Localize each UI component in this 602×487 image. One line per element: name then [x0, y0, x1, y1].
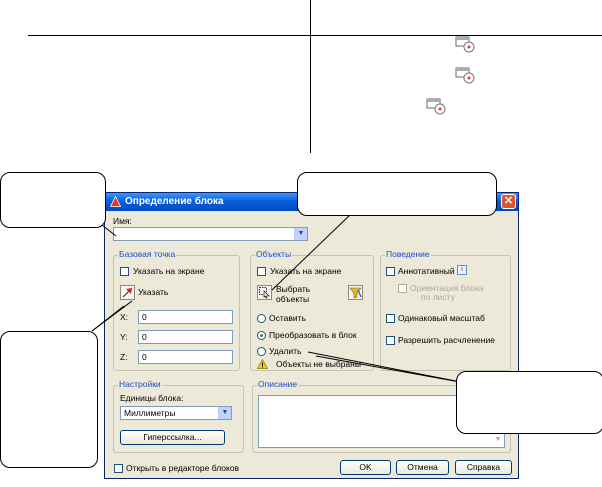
y-label: Y: — [120, 332, 128, 342]
name-combobox[interactable]: ▼ — [113, 227, 308, 241]
block-app-icon — [110, 196, 121, 207]
callout-objects — [297, 172, 497, 216]
objects-title: Объекты — [255, 249, 293, 259]
open-in-editor-label: Открыть в редакторе блоков — [126, 463, 240, 473]
y-value: 0 — [142, 332, 147, 342]
y-field[interactable]: 0 — [138, 330, 233, 344]
convert-to-block-radio[interactable] — [257, 331, 266, 340]
annotative-label: Аннотативный — [398, 266, 455, 276]
block-definition-dialog: Определение блока ✕ Имя: ▼ Базовая точка… — [104, 192, 519, 479]
objects-status: Объекты не выбраны — [276, 359, 361, 369]
z-field[interactable]: 0 — [138, 350, 233, 364]
radio-selected-dot — [260, 334, 263, 337]
objects-group: Объекты Указать на экране Выбрать объект… — [250, 249, 374, 371]
delete-radio[interactable] — [257, 347, 266, 356]
x-field[interactable]: 0 — [138, 310, 233, 324]
help-button[interactable]: Справка — [455, 460, 512, 475]
objects-specify-on-screen-label: Указать на экране — [270, 266, 342, 276]
delete-label: Удалить — [269, 346, 302, 356]
ok-button[interactable]: OK — [340, 460, 391, 475]
block-definition-icon — [455, 36, 475, 53]
callout-name — [0, 172, 106, 228]
behavior-title: Поведение — [385, 249, 431, 259]
select-objects-icon — [259, 287, 270, 299]
quick-select-button[interactable] — [348, 285, 363, 300]
select-objects-button[interactable] — [257, 285, 272, 300]
orient-to-layout-checkbox[interactable] — [398, 284, 407, 293]
allow-explode-checkbox[interactable] — [386, 336, 395, 345]
cancel-button[interactable]: Отмена — [396, 460, 449, 475]
quick-select-filter-icon — [349, 287, 362, 299]
name-label: Имя: — [113, 216, 132, 226]
select-objects-label-1: Выбрать — [276, 284, 311, 294]
close-button[interactable]: ✕ — [501, 194, 516, 209]
behavior-group: Поведение Аннотативный i Ориентация блок… — [380, 249, 511, 371]
open-in-editor-checkbox[interactable] — [114, 464, 123, 473]
pick-point-button[interactable] — [120, 285, 135, 300]
info-icon[interactable]: i — [457, 265, 467, 275]
retain-radio[interactable] — [257, 314, 266, 323]
settings-group: Настройки Единицы блока: Миллиметры ▼ Ги… — [113, 379, 244, 453]
chevron-down-icon[interactable]: ▼ — [218, 407, 231, 419]
block-definition-icon — [426, 98, 446, 115]
orient-to-layout-label-2: по листу — [421, 292, 455, 302]
dialog-title: Определение блока — [125, 196, 224, 207]
convert-to-block-label: Преобразовать в блок — [269, 330, 357, 340]
description-title: Описание — [257, 379, 299, 389]
close-icon: ✕ — [503, 195, 514, 207]
pick-point-icon — [122, 287, 133, 298]
allow-explode-label: Разрешить расчленение — [398, 335, 495, 345]
z-label: Z: — [120, 352, 128, 362]
warning-icon — [257, 359, 268, 369]
select-objects-label-2: объекты — [276, 294, 310, 304]
settings-title: Настройки — [118, 379, 162, 389]
objects-specify-on-screen-checkbox[interactable] — [257, 267, 266, 276]
pick-point-label: Указать — [138, 287, 169, 297]
block-units-label: Единицы блока: — [120, 393, 184, 403]
table-horizontal-line — [28, 35, 602, 36]
retain-label: Оставить — [269, 313, 306, 323]
base-point-title: Базовая точка — [118, 249, 177, 259]
base-specify-on-screen-label: Указать на экране — [133, 266, 205, 276]
annotative-checkbox[interactable] — [386, 267, 395, 276]
chevron-down-icon[interactable]: ▼ — [294, 228, 307, 240]
z-value: 0 — [142, 352, 147, 362]
block-units-value: Миллиметры — [124, 408, 176, 418]
scroll-down-icon[interactable]: ▼ — [493, 436, 503, 446]
x-label: X: — [120, 312, 129, 322]
base-specify-on-screen-checkbox[interactable] — [120, 267, 129, 276]
callout-delete — [456, 371, 602, 434]
callout-base-point — [0, 331, 98, 468]
block-definition-icon — [455, 67, 475, 84]
base-point-group: Базовая точка Указать на экране Указать … — [113, 249, 240, 371]
uniform-scale-checkbox[interactable] — [386, 314, 395, 323]
block-units-select[interactable]: Миллиметры ▼ — [120, 406, 232, 420]
table-vertical-line — [310, 0, 311, 153]
uniform-scale-label: Одинаковый масштаб — [398, 313, 485, 323]
hyperlink-button[interactable]: Гиперссылка... — [120, 430, 225, 445]
x-value: 0 — [142, 312, 147, 322]
